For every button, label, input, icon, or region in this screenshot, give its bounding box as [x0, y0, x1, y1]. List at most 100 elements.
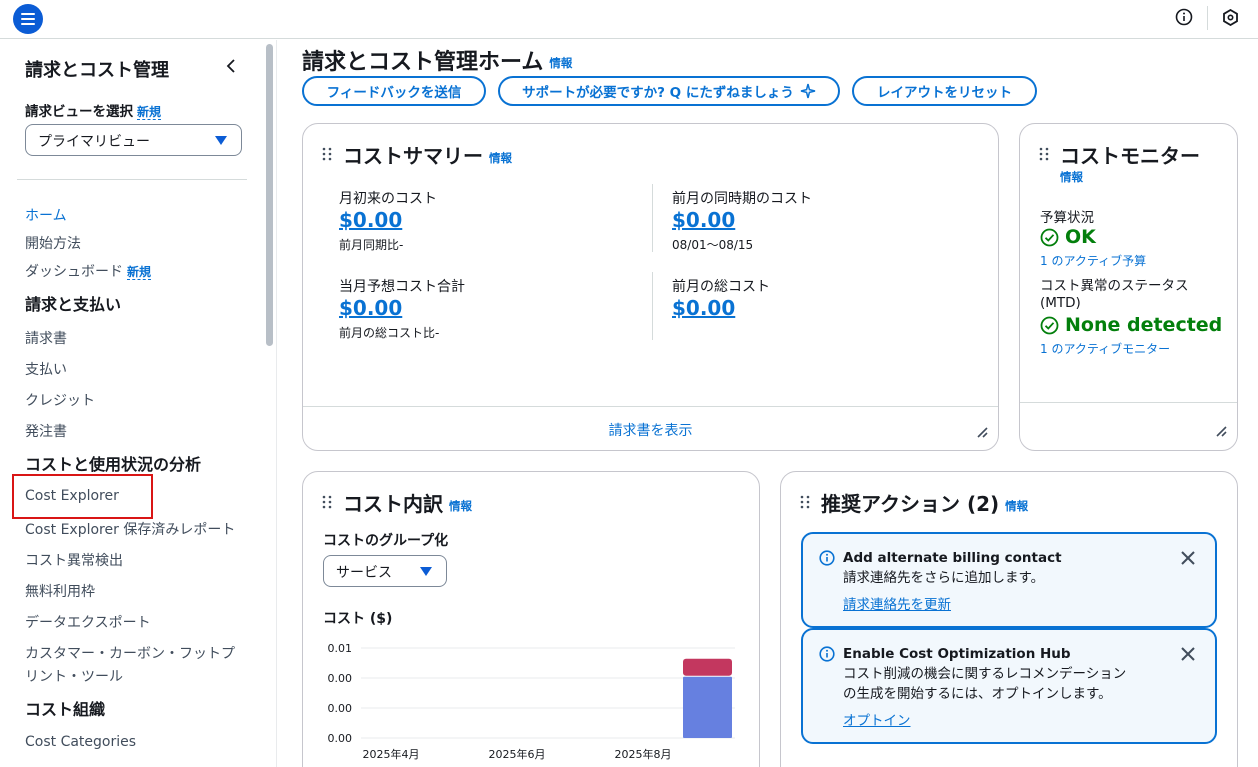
- sidebar-item-bills[interactable]: 請求書: [25, 328, 67, 348]
- mtd-label: 月初来のコスト: [339, 191, 437, 207]
- cost-breakdown-title: コスト内訳 情報: [343, 492, 472, 516]
- sidebar-item-getting-started[interactable]: 開始方法: [25, 233, 81, 253]
- sidebar-item-anomaly-detection[interactable]: コスト異常検出: [25, 550, 123, 570]
- info-icon[interactable]: [1175, 8, 1193, 26]
- sidebar-item-free-tier[interactable]: 無料利用枠: [25, 581, 95, 601]
- caret-down-icon: [215, 136, 227, 145]
- mtd-sub: 前月同期比-: [339, 238, 404, 252]
- top-bar: [0, 0, 1258, 39]
- forecast-sub: 前月の総コスト比-: [339, 326, 440, 340]
- prev-same-value[interactable]: $0.00: [672, 208, 735, 232]
- view-select[interactable]: プライマリビュー: [25, 124, 242, 156]
- anomaly-label-mtd: (MTD): [1040, 295, 1081, 311]
- sidebar-item-cost-categories[interactable]: Cost Categories: [25, 734, 136, 750]
- close-icon[interactable]: [1181, 551, 1195, 565]
- sidebar-border: [276, 40, 277, 767]
- card-footer: [1020, 402, 1237, 450]
- forecast-label: 当月予想コスト合計: [339, 279, 465, 295]
- sidebar-heading-billing: 請求と支払い: [25, 295, 122, 314]
- info-link[interactable]: 情報: [1060, 169, 1083, 185]
- sidebar-item-home[interactable]: ホーム: [25, 205, 67, 225]
- prev-total-value[interactable]: $0.00: [672, 296, 735, 320]
- ask-q-button[interactable]: サポートが必要ですか? Q にたずねましょう: [498, 76, 840, 106]
- sidebar-item-carbon-tool-line2[interactable]: リント・ツール: [25, 666, 123, 686]
- caret-down-icon: [420, 567, 432, 576]
- active-budget-link[interactable]: 1 のアクティブ予算: [1040, 252, 1146, 269]
- sidebar-item-credits[interactable]: クレジット: [25, 390, 95, 410]
- cost-chart: 0.01 0.00 0.00 0.00 2025年4月 2025年6月 2025年8月: [328, 642, 735, 761]
- metric-divider: [652, 184, 653, 252]
- topbar-divider: [1207, 6, 1208, 30]
- resize-handle-icon[interactable]: [1215, 425, 1227, 437]
- prev-total-label: 前月の総コスト: [672, 279, 770, 295]
- prev-same-label: 前月の同時期のコスト: [672, 191, 812, 207]
- menu-icon[interactable]: [13, 4, 43, 34]
- anomaly-label: コスト異常のステータス: [1040, 278, 1189, 294]
- alert-cost-optimization: Enable Cost Optimization Hub コスト削減の機会に関す…: [801, 628, 1217, 744]
- chart-title: コスト ($): [323, 611, 393, 627]
- active-monitor-link[interactable]: 1 のアクティブモニター: [1040, 340, 1170, 357]
- drag-handle-icon[interactable]: [322, 495, 332, 509]
- feedback-button[interactable]: フィードバックを送信: [302, 76, 486, 106]
- sparkle-icon: [800, 83, 816, 99]
- prev-same-sub: 08/01〜08/15: [672, 238, 754, 252]
- y-tick-label: 0.00: [328, 672, 353, 685]
- alert-title: Enable Cost Optimization Hub: [843, 646, 1071, 662]
- chart-bar-segment[interactable]: [683, 658, 732, 676]
- page-title: 請求とコスト管理ホーム 情報: [302, 50, 573, 75]
- x-tick-label: 2025年8月: [615, 747, 672, 761]
- info-icon: [819, 646, 835, 662]
- sidebar-item-carbon-tool[interactable]: カスタマー・カーボン・フットプ: [25, 643, 235, 663]
- resize-handle-icon[interactable]: [976, 426, 988, 438]
- sidebar-heading-cost-org: コスト組織: [25, 700, 106, 719]
- sidebar-item-saved-reports[interactable]: Cost Explorer 保存済みレポート: [25, 519, 235, 539]
- sidebar-scrollbar[interactable]: [266, 44, 273, 346]
- sidebar-divider: [17, 179, 247, 180]
- recommended-actions-card: 推奨アクション (2) 情報 Add alternate billing cont…: [780, 471, 1238, 767]
- sidebar-heading-analysis: コストと使用状況の分析: [25, 455, 202, 474]
- sidebar-item-purchase-orders[interactable]: 発注書: [25, 421, 67, 441]
- alert-body: 請求連絡先をさらに追加します。: [843, 570, 1045, 586]
- drag-handle-icon[interactable]: [800, 495, 810, 509]
- chart-bar-segment[interactable]: [683, 676, 732, 738]
- metric-divider: [652, 272, 653, 340]
- card-footer: 請求書を表示: [303, 406, 998, 450]
- chevron-left-icon[interactable]: [224, 58, 240, 74]
- close-icon[interactable]: [1181, 647, 1195, 661]
- mtd-value[interactable]: $0.00: [339, 208, 402, 232]
- opt-in-link[interactable]: オプトイン: [843, 709, 911, 729]
- y-tick-label: 0.00: [328, 702, 353, 715]
- cost-monitor-title: コストモニター: [1060, 144, 1200, 168]
- forecast-value[interactable]: $0.00: [339, 296, 402, 320]
- info-link[interactable]: 情報: [449, 499, 472, 513]
- alert-billing-contact: Add alternate billing contact 請求連絡先をさらに追…: [801, 532, 1217, 628]
- check-circle-icon: [1040, 316, 1059, 334]
- alert-body: コスト削減の機会に関するレコメンデーション: [843, 666, 1127, 682]
- sidebar-title: 請求とコスト管理: [25, 60, 169, 81]
- cost-summary-card: コストサマリー 情報 月初来のコスト $0.00 前月同期比- 前月の同時期のコス…: [302, 123, 999, 451]
- view-bills-link[interactable]: 請求書を表示: [303, 420, 998, 440]
- info-link[interactable]: 情報: [1005, 499, 1028, 513]
- new-badge: 新規: [127, 265, 152, 280]
- highlight-box: [12, 474, 153, 519]
- new-badge[interactable]: 新規: [137, 105, 162, 120]
- info-link[interactable]: 情報: [489, 151, 512, 165]
- drag-handle-icon[interactable]: [1039, 147, 1049, 161]
- x-tick-label: 2025年6月: [489, 747, 546, 761]
- info-link[interactable]: 情報: [549, 56, 572, 70]
- sidebar-item-data-exports[interactable]: データエクスポート: [25, 612, 151, 632]
- sidebar-item-dashboard[interactable]: ダッシュボード 新規: [25, 261, 152, 281]
- view-select-label: 請求ビューを選択 新規: [25, 104, 162, 120]
- cost-summary-title: コストサマリー 情報: [343, 144, 512, 168]
- budget-status: OK: [1040, 226, 1096, 248]
- anomaly-status: None detected: [1040, 314, 1222, 336]
- group-by-select[interactable]: サービス: [323, 555, 447, 587]
- y-tick-label: 0.00: [328, 732, 353, 745]
- info-icon: [819, 550, 835, 566]
- sidebar-item-payments[interactable]: 支払い: [25, 359, 67, 379]
- x-tick-label: 2025年4月: [363, 747, 420, 761]
- hexagon-icon[interactable]: [1222, 9, 1239, 26]
- reset-layout-button[interactable]: レイアウトをリセット: [852, 76, 1037, 106]
- update-contact-link[interactable]: 請求連絡先を更新: [843, 593, 951, 613]
- drag-handle-icon[interactable]: [322, 147, 332, 161]
